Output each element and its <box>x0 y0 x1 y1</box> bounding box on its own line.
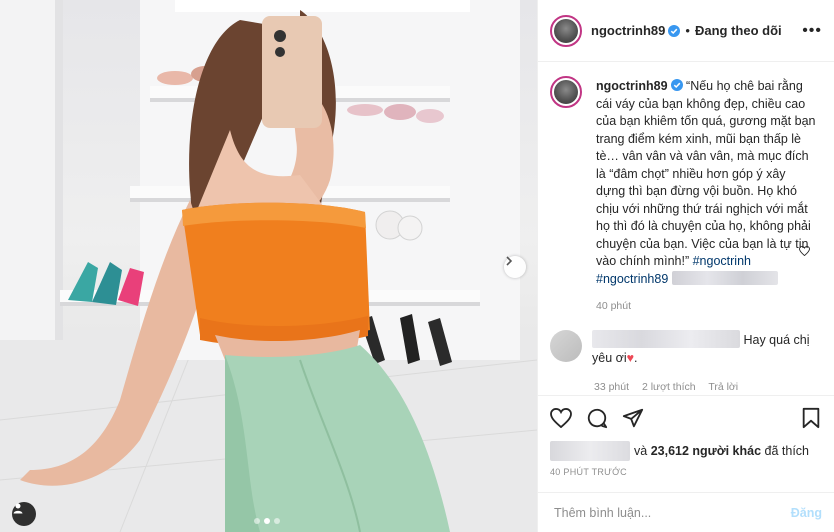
user-icon <box>13 503 23 514</box>
paper-plane-icon <box>622 408 644 427</box>
comments-list[interactable]: ngoctrinh89 “Nếu họ chê bai rằng cái váy… <box>538 62 834 395</box>
likes-text[interactable]: và 23,612 người khác đã thích <box>634 444 809 458</box>
comment-text-block: Hay quá chị yêu ơi♥. <box>592 330 818 367</box>
add-comment-bar: Đăng <box>538 492 834 532</box>
carousel-indicator <box>254 518 280 524</box>
like-button[interactable] <box>548 405 574 431</box>
hashtag-link[interactable]: #ngoctrinh <box>693 254 751 268</box>
bookmark-icon <box>802 407 820 428</box>
post-side-panel: ngoctrinh89 • Đang theo dõi ••• ngoctrin… <box>537 0 834 532</box>
comment-item: Hay quá chị yêu ơi♥. <box>550 330 818 367</box>
commenter-avatar[interactable] <box>550 330 582 362</box>
comment-text-end: . <box>634 351 638 365</box>
instagram-post-dialog: ngoctrinh89 • Đang theo dõi ••• ngoctrin… <box>0 0 834 532</box>
post-comment-button[interactable]: Đăng <box>791 506 822 520</box>
likes-connector: và <box>634 444 648 458</box>
next-slide-button[interactable] <box>504 256 526 278</box>
heart-emoji: ♥ <box>626 351 635 365</box>
verified-badge-icon <box>670 79 683 91</box>
caption-avatar[interactable] <box>550 76 582 108</box>
comment-time: 33 phút <box>594 381 630 393</box>
tagged-users-button[interactable] <box>12 502 36 526</box>
commenter-username-blurred <box>592 330 740 348</box>
chevron-right-icon <box>506 256 513 266</box>
author-username[interactable]: ngoctrinh89 <box>591 23 665 38</box>
comment-button[interactable] <box>584 405 610 431</box>
likes-suffix: đã thích <box>764 444 810 458</box>
action-bar <box>538 395 834 439</box>
avatar[interactable] <box>550 14 582 47</box>
comment-likes[interactable]: 2 lượt thích <box>642 381 696 393</box>
post-timestamp[interactable]: 40 PHÚT TRƯỚC <box>538 461 834 483</box>
blurred-mention <box>671 270 778 285</box>
heart-icon <box>550 407 572 428</box>
share-button[interactable] <box>620 405 646 431</box>
caption-username[interactable]: ngoctrinh89 <box>596 79 668 93</box>
carousel-dot-active <box>264 518 270 524</box>
caption-text: “Nếu họ chê bai rằng cái váy của bạn khô… <box>596 79 816 268</box>
carousel-dot <box>254 518 260 524</box>
photo-illustration <box>0 0 537 532</box>
liker-avatars-blurred <box>550 441 630 461</box>
following-button[interactable]: Đang theo dõi <box>695 23 782 38</box>
hashtag-link[interactable]: #ngoctrinh89 <box>596 272 668 286</box>
more-options-icon[interactable]: ••• <box>802 22 822 40</box>
caption-text-block: ngoctrinh89 “Nếu họ chê bai rằng cái váy… <box>596 78 818 288</box>
header-separator: • <box>685 23 690 38</box>
comment-input[interactable] <box>554 505 791 520</box>
post-header: ngoctrinh89 • Đang theo dõi ••• <box>538 0 834 62</box>
caption: ngoctrinh89 “Nếu họ chê bai rằng cái váy… <box>550 76 818 288</box>
post-image[interactable] <box>0 0 537 532</box>
like-comment-heart-icon[interactable] <box>799 246 810 256</box>
caption-time: 40 phút <box>596 300 632 312</box>
save-button[interactable] <box>798 405 824 431</box>
reply-button[interactable]: Trả lời <box>708 381 738 393</box>
comment-icon <box>587 408 608 428</box>
carousel-dot <box>274 518 280 524</box>
likes-summary: và 23,612 người khác đã thích <box>538 441 834 461</box>
comment-meta: 33 phút 2 lượt thích Trả lời <box>594 381 818 393</box>
verified-badge-icon <box>668 24 681 37</box>
likes-count[interactable]: 23,612 người khác <box>651 444 761 458</box>
